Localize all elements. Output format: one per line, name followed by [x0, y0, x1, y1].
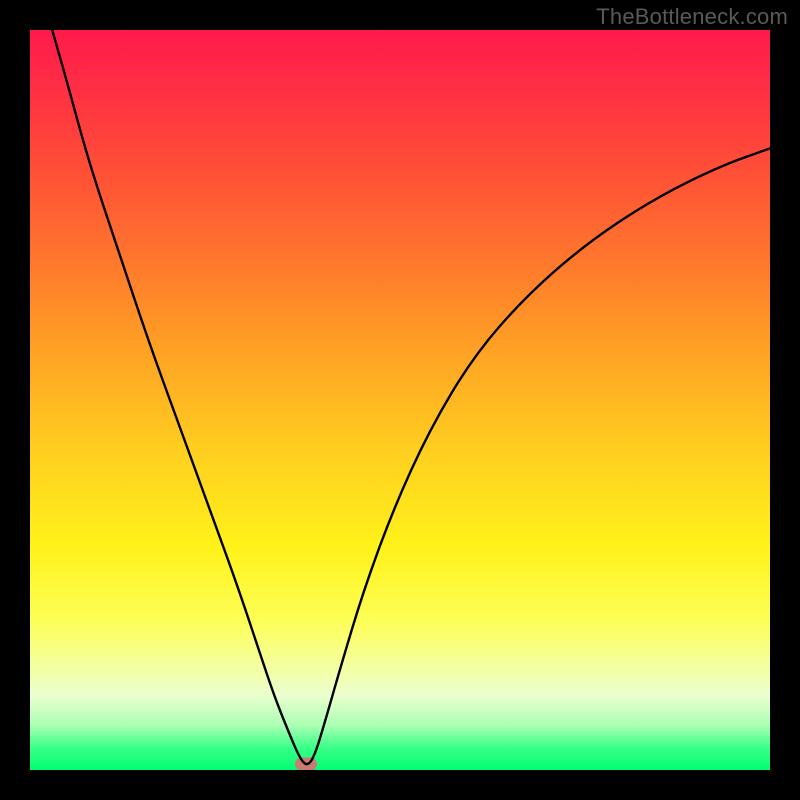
chart-frame: TheBottleneck.com [0, 0, 800, 800]
watermark-label: TheBottleneck.com [596, 4, 788, 30]
plot-area [30, 30, 770, 770]
bottleneck-curve [30, 30, 770, 770]
